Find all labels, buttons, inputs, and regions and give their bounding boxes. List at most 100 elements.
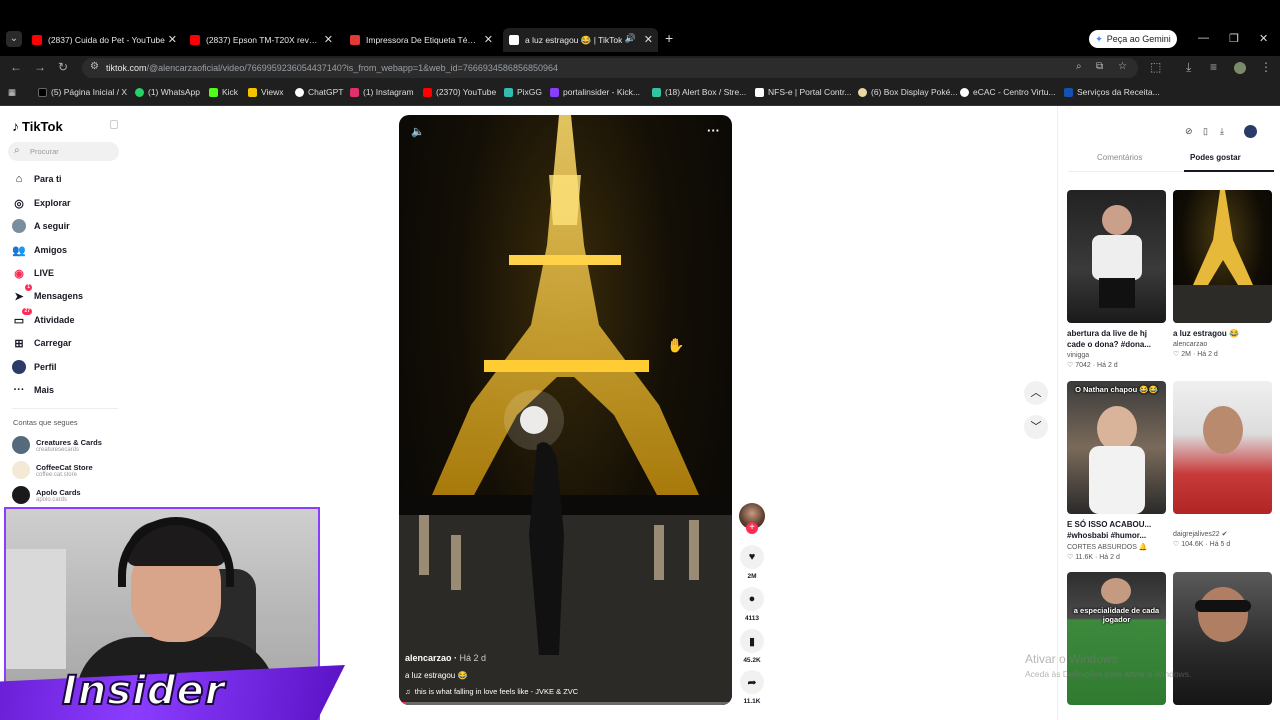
video-card[interactable]	[1173, 572, 1272, 705]
site-info-icon[interactable]: ⚙	[90, 61, 99, 72]
tab-title: a luz estragou 😂 | TikTok	[525, 34, 623, 45]
bookmark-receita[interactable]: Serviços da Receita...	[1064, 87, 1160, 97]
profile-avatar[interactable]	[1234, 62, 1246, 74]
nav-perfil[interactable]: Perfil	[12, 360, 57, 374]
tab-search-icon[interactable]: ⌄	[6, 31, 22, 47]
zoom-icon[interactable]: ⌕	[1076, 61, 1082, 72]
video-card[interactable]: daigrejalives22 ✔ ♡ 104.6K · Há 5 d	[1173, 381, 1272, 548]
nav-live[interactable]: ◉ LIVE	[12, 266, 54, 280]
close-tab-icon[interactable]: ✕	[484, 33, 493, 46]
bookmark-viewx[interactable]: Viewx	[248, 87, 284, 97]
bookmark-portalinsider[interactable]: portalinsider - Kick...	[550, 87, 640, 97]
video-card[interactable]: abertura da live de hj cade o dona? #don…	[1067, 190, 1166, 369]
video-thumbnail[interactable]: O Nathan chapou 😂😂	[1067, 381, 1166, 514]
nav-mais[interactable]: ··· Mais	[12, 383, 55, 397]
follow-item[interactable]: CoffeeCat Store coffee.cat.store	[12, 461, 93, 479]
extensions-icon[interactable]: ⬚	[1150, 60, 1161, 74]
nav-a-seguir[interactable]: A seguir	[12, 219, 70, 233]
card-age: Há 2 d	[1099, 554, 1120, 561]
gemini-button[interactable]: ✦ Peça ao Gemini	[1089, 30, 1177, 48]
chrome-menu-icon[interactable]: ⋮	[1260, 60, 1272, 74]
video-thumbnail[interactable]	[1173, 572, 1272, 705]
user-avatar[interactable]	[1244, 125, 1257, 138]
share-button[interactable]: ➦ 11.1K	[738, 670, 766, 705]
more-options-icon[interactable]: ···	[707, 123, 720, 138]
comment-button[interactable]: ● 4113	[738, 587, 766, 622]
collapse-sidebar-icon[interactable]	[110, 120, 118, 129]
close-tab-icon[interactable]: ✕	[324, 33, 333, 46]
browser-tab-youtube-epson[interactable]: (2837) Epson TM-T20X review ✕	[190, 30, 333, 50]
video-card[interactable]: O Nathan chapou 😂😂 E SÓ ISSO ACABOU... #…	[1067, 381, 1166, 561]
forward-icon[interactable]: →	[34, 60, 46, 74]
tab-podes-gostar[interactable]: Podes gostar	[1190, 153, 1241, 162]
video-thumbnail[interactable]	[1067, 190, 1166, 323]
tab-comentarios[interactable]: Comentários	[1097, 153, 1142, 162]
bookmark-nfse[interactable]: NFS-e | Portal Contr...	[755, 87, 851, 97]
nav-amigos[interactable]: 👥 Amigos	[12, 243, 67, 257]
mouse-cursor-icon: ✋	[667, 337, 685, 353]
bookmark-whatsapp[interactable]: (1) WhatsApp	[135, 87, 200, 97]
nav-para-ti[interactable]: ⌂ Para ti	[12, 172, 62, 186]
address-bar[interactable]: ⚙ tiktok.com/@alencarzaoficial/video/766…	[82, 58, 1138, 78]
bookmark-icon: ▮	[740, 629, 764, 653]
bookmark-alertbox[interactable]: (18) Alert Box / Stre...	[652, 87, 746, 97]
bookmark-ecac[interactable]: eCAC - Centro Virtu...	[960, 87, 1056, 97]
bookmark-instagram[interactable]: (1) Instagram	[350, 87, 414, 97]
follow-item[interactable]: Apolo Cards apolo.cards	[12, 486, 81, 504]
card-author[interactable]: daigrejalives22 ✔	[1173, 530, 1272, 538]
video-music[interactable]: ♫ this is what falling in love feels lik…	[405, 687, 578, 696]
browser-tab-tiktok[interactable]: a luz estragou 😂 | TikTok 🔊 ✕	[503, 28, 658, 52]
save-button[interactable]: ▮ 45.2K	[738, 629, 766, 664]
back-icon[interactable]: ←	[10, 60, 22, 74]
new-tab-icon[interactable]: +	[665, 30, 673, 46]
next-video-button[interactable]: ﹀	[1024, 415, 1048, 439]
reload-icon[interactable]: ↻	[58, 60, 68, 74]
nav-carregar[interactable]: ⊞ Carregar	[12, 336, 71, 350]
video-thumbnail[interactable]: a especialidade de cada jogador	[1067, 572, 1166, 705]
browser-tab-youtube-pet[interactable]: (2837) Cuida do Pet - YouTube ✕	[32, 30, 177, 50]
download-icon[interactable]: ⤓	[1220, 126, 1224, 137]
nav-atividade[interactable]: ▭ 27 Atividade	[12, 308, 75, 327]
nav-explorar[interactable]: ◎ Explorar	[12, 196, 70, 210]
media-control-icon[interactable]: ≡	[1210, 60, 1217, 74]
bookmark-pixgg[interactable]: PixGG	[504, 87, 542, 97]
nav-mensagens[interactable]: ➤ 1 Mensagens	[12, 284, 83, 303]
bookmark-kick[interactable]: Kick	[209, 87, 238, 97]
author-name[interactable]: alencarzao	[405, 653, 452, 663]
bookmark-pokemon[interactable]: (6) Box Display Poké...	[858, 87, 957, 97]
volume-icon[interactable]: 🔈	[411, 125, 425, 138]
browser-tab-impressora[interactable]: Impressora De Etiqueta Térmica ✕	[350, 30, 493, 50]
video-progress-bar[interactable]	[399, 702, 732, 705]
video-card[interactable]: a especialidade de cada jogador	[1067, 572, 1166, 705]
speaker-icon[interactable]: 🔊	[625, 33, 636, 44]
bookmark-youtube[interactable]: (2370) YouTube	[423, 87, 496, 97]
like-button[interactable]: ♥ 2M	[738, 545, 766, 580]
bookmark-chatgpt[interactable]: ChatGPT	[295, 87, 343, 97]
video-thumbnail[interactable]	[1173, 190, 1272, 323]
search-input[interactable]: ⌕ Procurar	[8, 142, 119, 161]
tiktok-logo[interactable]: ♪ TikTok	[12, 118, 63, 134]
apps-grid-icon[interactable]: ▦	[8, 87, 16, 98]
download-icon[interactable]: ⤓	[1186, 60, 1191, 75]
card-author[interactable]: vinigga	[1067, 352, 1166, 359]
video-player[interactable]: 🔈 ··· alencarzao · Há 2 d a luz estragou…	[399, 115, 732, 705]
close-window-icon[interactable]: ✕	[1259, 32, 1268, 45]
restore-icon[interactable]: ❐	[1229, 32, 1239, 45]
compass-icon[interactable]: ⊘	[1185, 126, 1193, 137]
video-card[interactable]: a luz estragou 😂 alencarzao ♡ 2M · Há 2 …	[1173, 190, 1272, 358]
previous-video-button[interactable]: ︿	[1024, 381, 1048, 405]
video-thumbnail[interactable]	[1173, 381, 1272, 514]
bookmark-x[interactable]: (5) Página Inicial / X	[38, 87, 127, 97]
follow-plus-icon[interactable]: +	[746, 522, 758, 534]
minimize-icon[interactable]: —	[1198, 32, 1209, 44]
install-app-icon[interactable]: ⧉	[1096, 61, 1103, 72]
device-icon[interactable]: ▯	[1203, 126, 1208, 137]
card-author[interactable]: CORTES ABSURDOS 🔔	[1067, 543, 1166, 551]
video-author[interactable]: alencarzao · Há 2 d	[405, 653, 486, 663]
close-tab-icon[interactable]: ✕	[644, 33, 653, 46]
avatar	[12, 461, 30, 479]
card-author[interactable]: alencarzao	[1173, 341, 1272, 348]
close-tab-icon[interactable]: ✕	[168, 33, 177, 46]
bookmark-star-icon[interactable]: ☆	[1118, 61, 1127, 72]
follow-item[interactable]: Creatures & Cards creaturesecards	[12, 436, 102, 454]
